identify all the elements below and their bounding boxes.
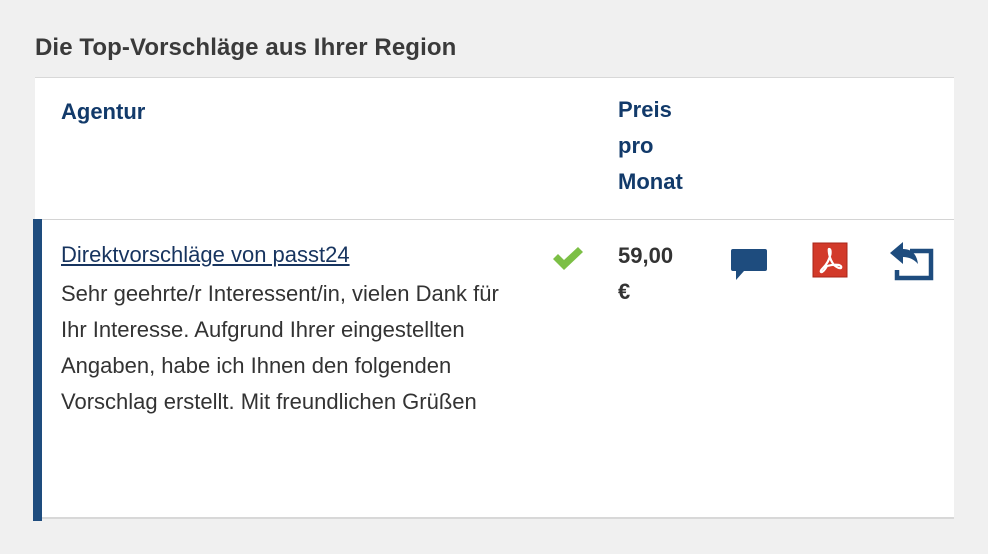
check-icon: [553, 247, 583, 270]
column-header-preis-line: Monat: [618, 169, 683, 194]
column-header-preis-line: pro: [618, 133, 654, 158]
table-header-row: Agentur Preis pro Monat: [35, 78, 954, 220]
row-accent-bar: [33, 219, 42, 521]
reply-icon[interactable]: [887, 238, 937, 282]
offer-title-link[interactable]: Direktvorschläge von passt24: [61, 242, 350, 268]
pdf-icon[interactable]: [812, 242, 848, 278]
price-value: 59,00: [618, 243, 674, 268]
column-header-preis: Preis pro Monat: [618, 92, 728, 200]
chat-bubble-icon[interactable]: [729, 246, 769, 284]
column-header-agentur: Agentur: [61, 99, 146, 124]
column-header-preis-line: Preis: [618, 97, 672, 122]
offer-description: Sehr geehrte/r Interessent/in, vielen Da…: [61, 281, 499, 414]
table-row: Direktvorschläge von passt24 Sehr geehrt…: [33, 219, 954, 521]
price-currency: €: [618, 279, 631, 304]
section-title: Die Top-Vorschläge aus Ihrer Region: [35, 34, 457, 61]
offers-table: Agentur Preis pro Monat Direktvorschläge…: [33, 77, 954, 521]
offer-price: 59,00 €: [618, 238, 698, 310]
